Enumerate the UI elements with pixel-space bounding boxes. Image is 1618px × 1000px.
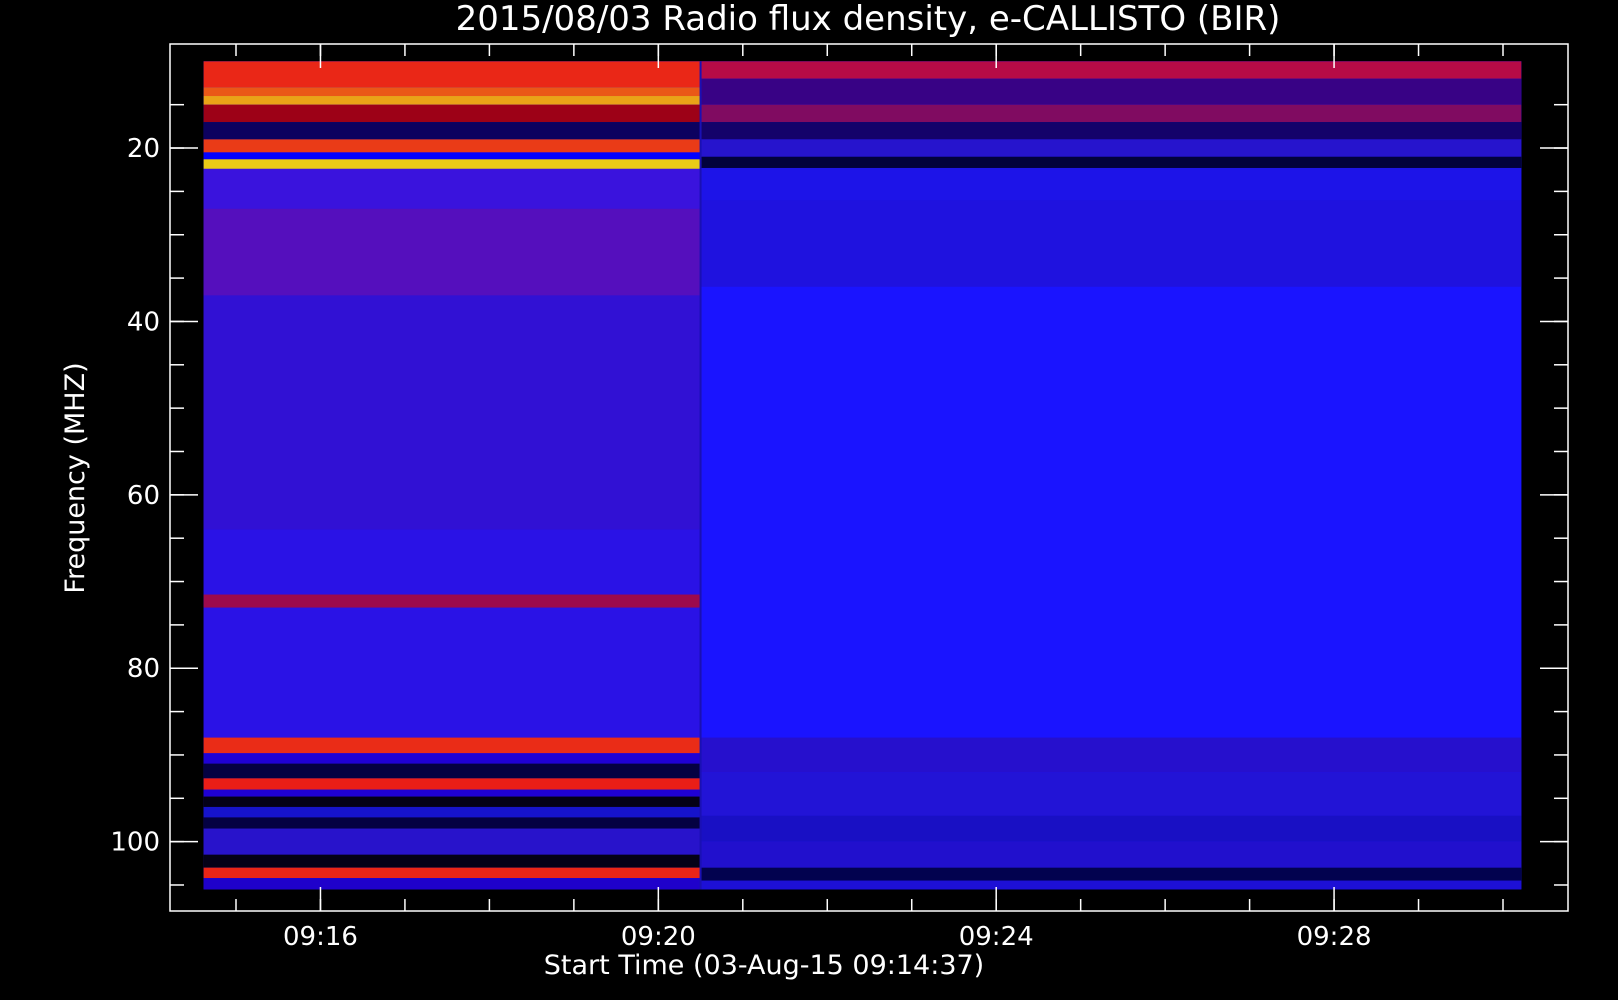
heatmap-band <box>700 772 1522 816</box>
x-tick-label: 09:20 <box>621 922 696 952</box>
heatmap-band <box>203 168 701 209</box>
y-tick-label: 80 <box>127 654 160 684</box>
heatmap-band <box>203 854 701 868</box>
heatmap-band <box>203 878 701 890</box>
heatmap-layer <box>203 61 1522 890</box>
heatmap-band <box>203 763 701 779</box>
heatmap-band <box>203 806 701 818</box>
y-tick-label: 20 <box>127 134 160 164</box>
y-tick-label: 100 <box>110 828 160 858</box>
y-tick-label: 60 <box>127 481 160 511</box>
heatmap-band <box>700 61 1522 79</box>
heatmap-band <box>700 815 1522 842</box>
heatmap-band <box>203 295 701 530</box>
heatmap-band <box>203 817 701 829</box>
chart-title: 2015/08/03 Radio flux density, e-CALLIST… <box>456 0 1281 39</box>
heatmap-band <box>203 104 701 123</box>
heatmap-band <box>203 96 701 105</box>
y-axis-label: Frequency (MHZ) <box>60 362 91 593</box>
x-tick-label: 09:24 <box>959 922 1034 952</box>
heatmap-band <box>700 78 1522 105</box>
heatmap-band <box>203 778 701 790</box>
heatmap-band <box>700 880 1522 890</box>
heatmap-band <box>203 594 701 608</box>
y-tick-label: 40 <box>127 307 160 337</box>
heatmap-band <box>203 122 701 140</box>
x-axis-label: Start Time (03-Aug-15 09:14:37) <box>544 950 984 981</box>
heatmap-band <box>700 104 1522 123</box>
heatmap-band <box>203 159 701 169</box>
x-tick-label: 09:28 <box>1297 922 1372 952</box>
heatmap-band <box>203 61 701 88</box>
heatmap-band <box>700 867 1522 881</box>
heatmap-band <box>700 167 1522 201</box>
heatmap-band <box>203 208 701 296</box>
heatmap-band <box>700 156 1522 168</box>
heatmap-band <box>203 87 701 97</box>
heatmap-band <box>700 139 1522 157</box>
heatmap-band <box>203 828 701 855</box>
spectrogram-chart: 09:16 09:20 09:24 09:28 20 40 60 80 100 2015/08/… <box>0 0 1618 1000</box>
heatmap-band <box>203 737 701 754</box>
heatmap-band <box>203 753 701 764</box>
heatmap-band <box>203 867 701 879</box>
heatmap-band <box>700 122 1522 140</box>
heatmap-band <box>700 841 1522 868</box>
heatmap-band <box>203 139 701 153</box>
heatmap-band <box>700 737 1522 773</box>
heatmap-band <box>203 796 701 807</box>
x-tick-label: 09:16 <box>283 922 358 952</box>
heatmap-band <box>203 789 701 797</box>
heatmap-band <box>203 152 701 160</box>
heatmap-band <box>700 200 1522 287</box>
